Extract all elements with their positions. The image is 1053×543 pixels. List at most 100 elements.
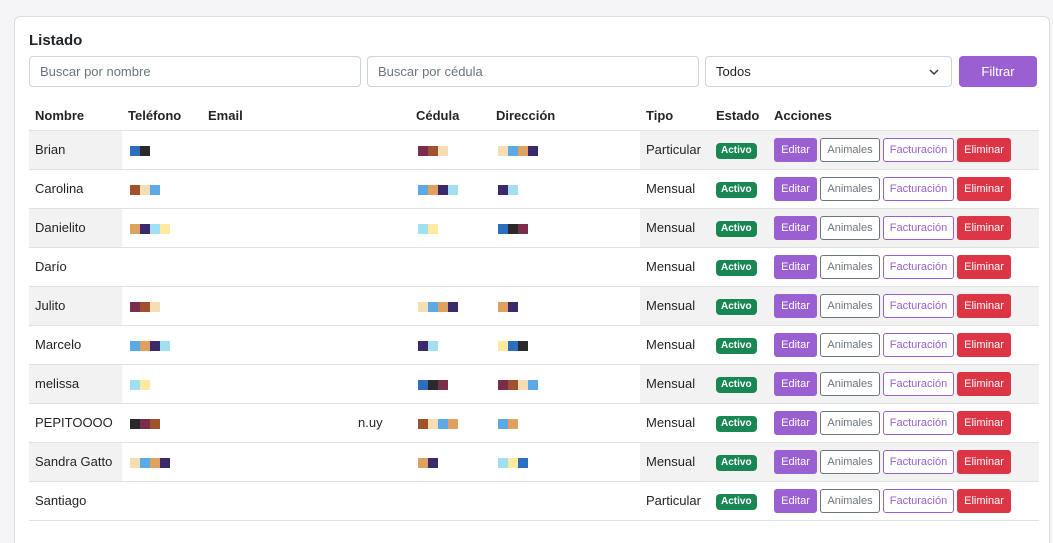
cell-acciones: Editar Animales Facturación Eliminar (768, 169, 1039, 209)
cell-email: n.uy (202, 403, 410, 443)
billing-button[interactable]: Facturación (883, 449, 954, 474)
row-actions: Editar Animales Facturación Eliminar (774, 137, 1033, 162)
cell-estado: Activo (710, 364, 768, 404)
delete-button[interactable]: Eliminar (957, 137, 1011, 162)
cell-acciones: Editar Animales Facturación Eliminar (768, 442, 1039, 482)
tipo-select-value: Todos (716, 64, 751, 79)
edit-button[interactable]: Editar (774, 449, 817, 474)
edit-button[interactable]: Editar (774, 254, 817, 279)
delete-button[interactable]: Eliminar (957, 410, 1011, 435)
redacted-pixel (140, 379, 150, 390)
redacted-pixel (150, 223, 160, 234)
status-badge: Activo (716, 493, 757, 510)
redacted-pixel (160, 457, 170, 468)
billing-button[interactable]: Facturación (883, 293, 954, 318)
edit-button[interactable]: Editar (774, 293, 817, 318)
redacted-pixel (130, 301, 140, 312)
redacted-pixel (418, 301, 428, 312)
filter-bar: Todos Filtrar (29, 56, 1039, 87)
billing-button[interactable]: Facturación (883, 488, 954, 513)
billing-button[interactable]: Facturación (883, 176, 954, 201)
animals-button[interactable]: Animales (820, 488, 880, 513)
delete-button[interactable]: Eliminar (957, 176, 1011, 201)
redacted-pixel (438, 379, 448, 390)
search-cedula-input[interactable] (367, 56, 699, 87)
edit-button[interactable]: Editar (774, 371, 817, 396)
billing-button[interactable]: Facturación (883, 371, 954, 396)
redacted-pixel (428, 301, 438, 312)
redacted-pixel (418, 418, 428, 429)
cell-acciones: Editar Animales Facturación Eliminar (768, 286, 1039, 326)
cell-tipo: Mensual (640, 403, 710, 443)
edit-button[interactable]: Editar (774, 137, 817, 162)
delete-button[interactable]: Eliminar (957, 254, 1011, 279)
redacted-pixel (428, 340, 438, 351)
redacted-pixel (160, 223, 170, 234)
search-name-input[interactable] (29, 56, 361, 87)
col-header-cedula: Cédula (410, 102, 490, 131)
billing-button[interactable]: Facturación (883, 215, 954, 240)
edit-button[interactable]: Editar (774, 410, 817, 435)
edit-button[interactable]: Editar (774, 215, 817, 240)
animals-button[interactable]: Animales (820, 371, 880, 396)
cell-telefono (122, 247, 202, 287)
cell-telefono (122, 169, 202, 209)
delete-button[interactable]: Eliminar (957, 371, 1011, 396)
cell-tipo: Mensual (640, 325, 710, 365)
cell-nombre: Julito (29, 286, 122, 326)
delete-button[interactable]: Eliminar (957, 488, 1011, 513)
animals-button[interactable]: Animales (820, 215, 880, 240)
cell-cedula (410, 208, 490, 248)
cell-estado: Activo (710, 130, 768, 170)
tipo-select[interactable]: Todos (705, 56, 952, 87)
delete-button[interactable]: Eliminar (957, 293, 1011, 318)
row-actions: Editar Animales Facturación Eliminar (774, 371, 1033, 396)
redacted-pixel (418, 340, 428, 351)
billing-button[interactable]: Facturación (883, 254, 954, 279)
redacted-pixel (150, 301, 160, 312)
redacted-pixel (438, 418, 448, 429)
animals-button[interactable]: Animales (820, 449, 880, 474)
redacted-pixel (448, 418, 458, 429)
redacted-pixel (498, 457, 508, 468)
redacted-pixel (140, 184, 150, 195)
animals-button[interactable]: Animales (820, 137, 880, 162)
redacted-pixel (508, 184, 518, 195)
billing-button[interactable]: Facturación (883, 332, 954, 357)
animals-button[interactable]: Animales (820, 332, 880, 357)
animals-button[interactable]: Animales (820, 410, 880, 435)
redacted-pixel (130, 184, 140, 195)
redacted-pixel (140, 340, 150, 351)
redacted-pixel (508, 457, 518, 468)
cell-estado: Activo (710, 442, 768, 482)
delete-button[interactable]: Eliminar (957, 332, 1011, 357)
redacted-pixel (140, 301, 150, 312)
animals-button[interactable]: Animales (820, 176, 880, 201)
animals-button[interactable]: Animales (820, 254, 880, 279)
redacted-pixel (418, 223, 428, 234)
cell-email (202, 364, 410, 404)
delete-button[interactable]: Eliminar (957, 215, 1011, 240)
redacted-pixel (150, 340, 160, 351)
delete-button[interactable]: Eliminar (957, 449, 1011, 474)
billing-button[interactable]: Facturación (883, 410, 954, 435)
billing-button[interactable]: Facturación (883, 137, 954, 162)
edit-button[interactable]: Editar (774, 488, 817, 513)
cell-nombre: Danielito (29, 208, 122, 248)
cell-nombre: Santiago (29, 481, 122, 521)
redacted-pixel (448, 301, 458, 312)
cell-telefono (122, 403, 202, 443)
edit-button[interactable]: Editar (774, 176, 817, 201)
cell-tipo: Particular (640, 130, 710, 170)
filter-button[interactable]: Filtrar (959, 56, 1037, 87)
cell-cedula (410, 130, 490, 170)
status-badge: Activo (716, 142, 757, 159)
animals-button[interactable]: Animales (820, 293, 880, 318)
redacted-pixel (518, 340, 528, 351)
cell-estado: Activo (710, 286, 768, 326)
redacted-pixel (130, 379, 140, 390)
cell-direccion (490, 286, 640, 326)
redacted-pixel (528, 145, 538, 156)
cell-nombre: Carolina (29, 169, 122, 209)
edit-button[interactable]: Editar (774, 332, 817, 357)
